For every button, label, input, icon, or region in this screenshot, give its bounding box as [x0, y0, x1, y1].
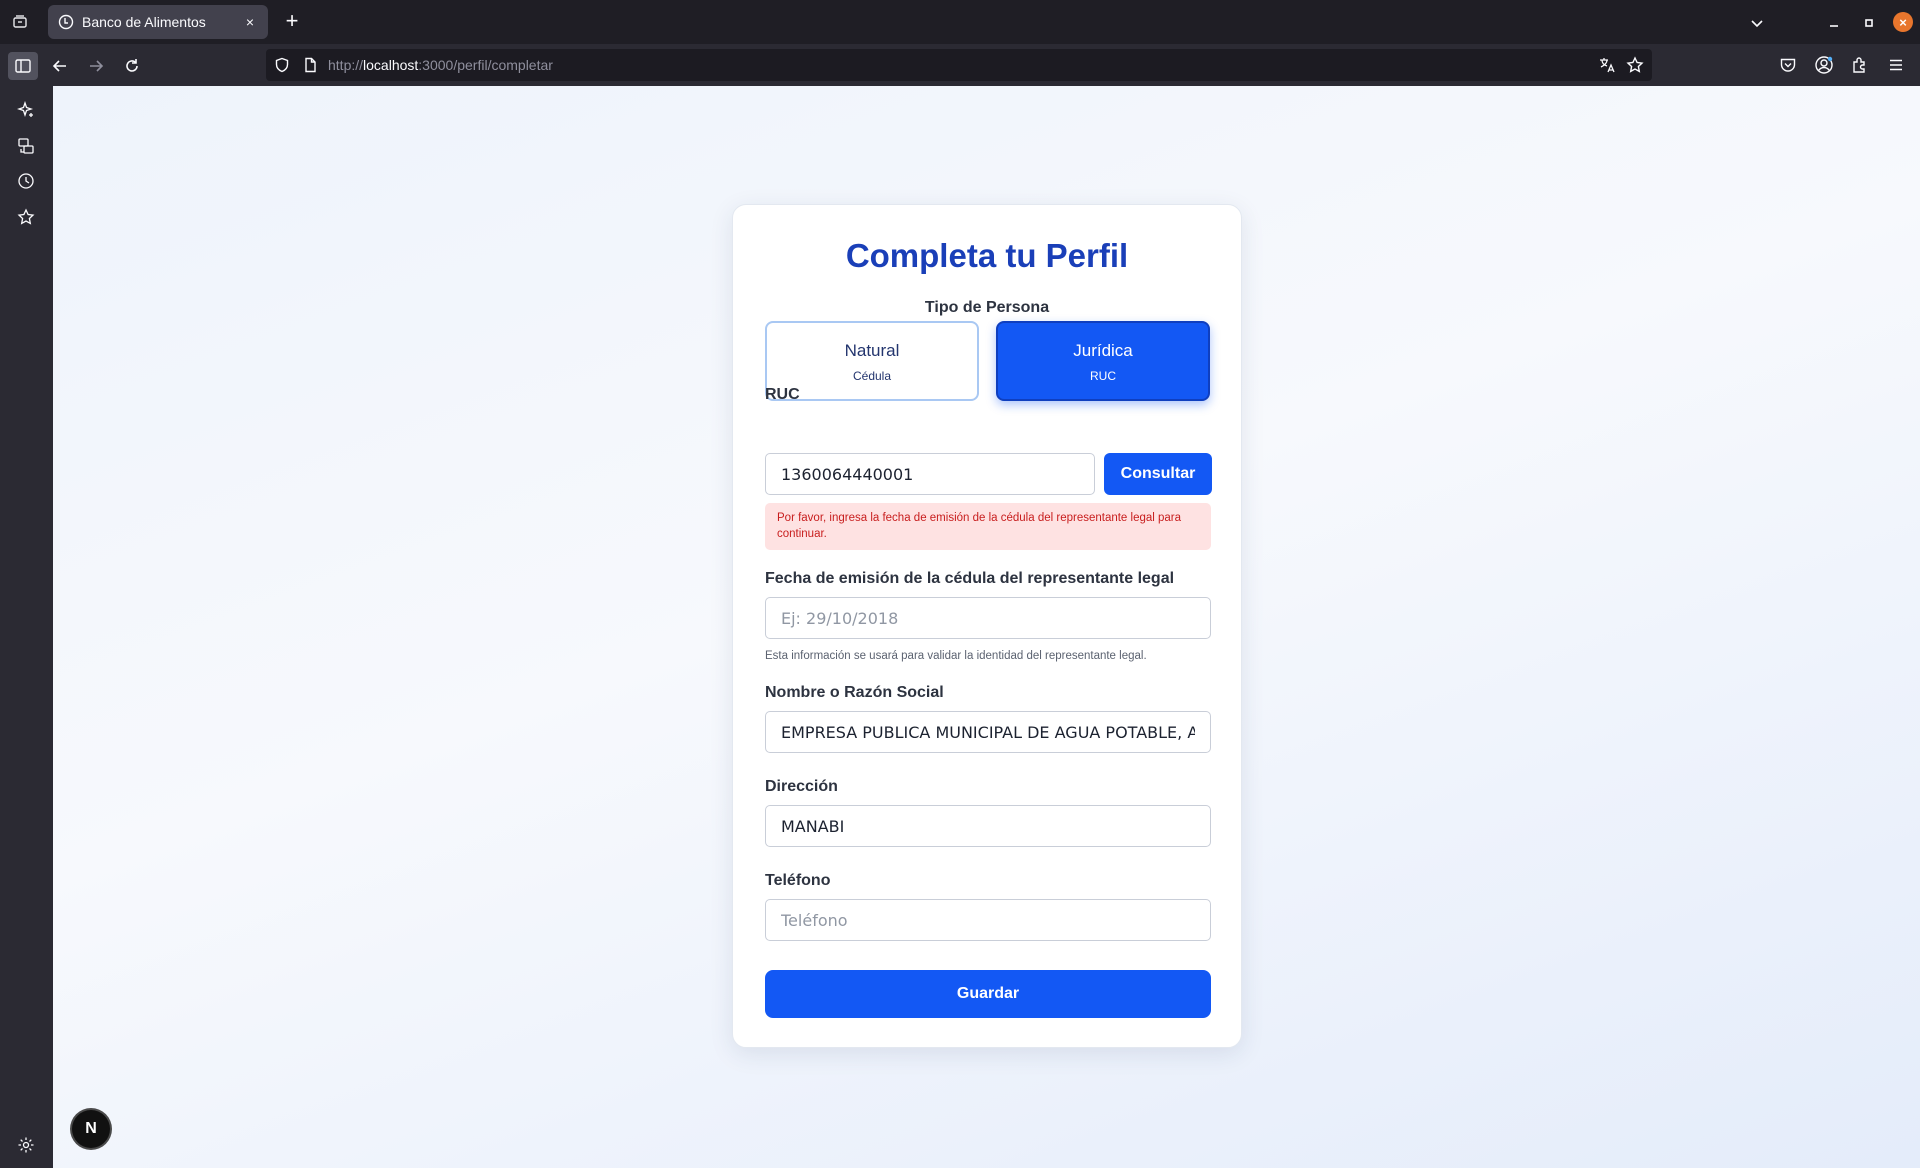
fecha-hint: Esta información se usará para validar l…: [765, 650, 1147, 662]
tab-bar: Banco de Alimentos × + ×: [0, 0, 1920, 44]
page-title: Completa tu Perfil: [845, 237, 1129, 274]
minimize-icon[interactable]: [1823, 12, 1845, 34]
option-juridica[interactable]: Jurídica RUC: [996, 321, 1210, 401]
tab-close-icon[interactable]: ×: [242, 14, 258, 30]
back-arrow-icon[interactable]: [47, 53, 73, 79]
tab-title: Banco de Alimentos: [82, 14, 206, 30]
synced-tabs-icon[interactable]: [15, 135, 37, 157]
tipo-persona-label: Tipo de Persona: [924, 299, 1050, 316]
dev-tools-badge[interactable]: N: [72, 1110, 110, 1148]
pocket-icon[interactable]: [1777, 54, 1799, 76]
url-text[interactable]: http://localhost:3000/perfil/completar: [328, 57, 553, 73]
new-tab-button[interactable]: +: [280, 10, 304, 34]
page-viewport: Completa tu Perfil Tipo de Persona Natur…: [53, 86, 1920, 1168]
browser-tab[interactable]: Banco de Alimentos ×: [48, 5, 268, 39]
option-natural-sub: Cédula: [852, 369, 892, 383]
url-host: localhost: [363, 57, 419, 73]
fecha-input[interactable]: [765, 597, 1211, 639]
guardar-button[interactable]: Guardar: [765, 970, 1211, 1018]
translate-icon[interactable]: [1598, 56, 1616, 74]
direccion-label: Dirección: [765, 778, 838, 795]
bookmark-star-icon[interactable]: [1626, 56, 1644, 74]
sidebar-toggle-icon[interactable]: [8, 52, 38, 80]
option-juridica-label: Jurídica: [1073, 341, 1133, 360]
url-bar[interactable]: http://localhost:3000/perfil/completar: [266, 49, 1652, 81]
telefono-input[interactable]: [765, 899, 1211, 941]
browser-sidebar: [0, 86, 53, 1168]
favicon-icon: [58, 14, 74, 30]
shield-icon[interactable]: [274, 57, 290, 73]
bookmarks-star-icon[interactable]: [15, 206, 37, 228]
history-clock-icon[interactable]: [15, 170, 37, 192]
direccion-input[interactable]: [765, 805, 1211, 847]
tab-overview-icon[interactable]: [8, 10, 32, 34]
navigation-bar: http://localhost:3000/perfil/completar: [0, 44, 1920, 86]
settings-gear-icon[interactable]: [15, 1134, 37, 1156]
consultar-button[interactable]: Consultar: [1104, 453, 1212, 495]
account-icon[interactable]: [1813, 54, 1835, 76]
menu-icon[interactable]: [1885, 54, 1907, 76]
telefono-label: Teléfono: [765, 872, 831, 889]
page-info-icon[interactable]: [302, 57, 318, 73]
url-scheme: http://: [328, 57, 364, 73]
nombre-label: Nombre o Razón Social: [765, 684, 944, 701]
option-juridica-sub: RUC: [1090, 369, 1116, 383]
nombre-input[interactable]: [765, 711, 1211, 753]
forward-arrow-icon[interactable]: [83, 53, 109, 79]
option-natural-label: Natural: [844, 341, 900, 360]
fecha-label: Fecha de emisión de la cédula del repres…: [765, 570, 1175, 587]
maximize-icon[interactable]: [1858, 12, 1880, 34]
ruc-input[interactable]: [765, 453, 1095, 495]
ruc-label: RUC: [765, 386, 800, 403]
window-close-button[interactable]: ×: [1893, 12, 1913, 32]
profile-card: Completa tu Perfil Tipo de Persona Natur…: [732, 204, 1242, 1048]
url-path: :3000/perfil/completar: [418, 57, 553, 73]
error-alert: Por favor, ingresa la fecha de emisión d…: [765, 503, 1211, 550]
chevron-down-icon[interactable]: [1746, 12, 1768, 34]
reload-icon[interactable]: [119, 53, 145, 79]
ai-sparkle-icon[interactable]: [15, 99, 37, 121]
extensions-icon[interactable]: [1849, 54, 1871, 76]
